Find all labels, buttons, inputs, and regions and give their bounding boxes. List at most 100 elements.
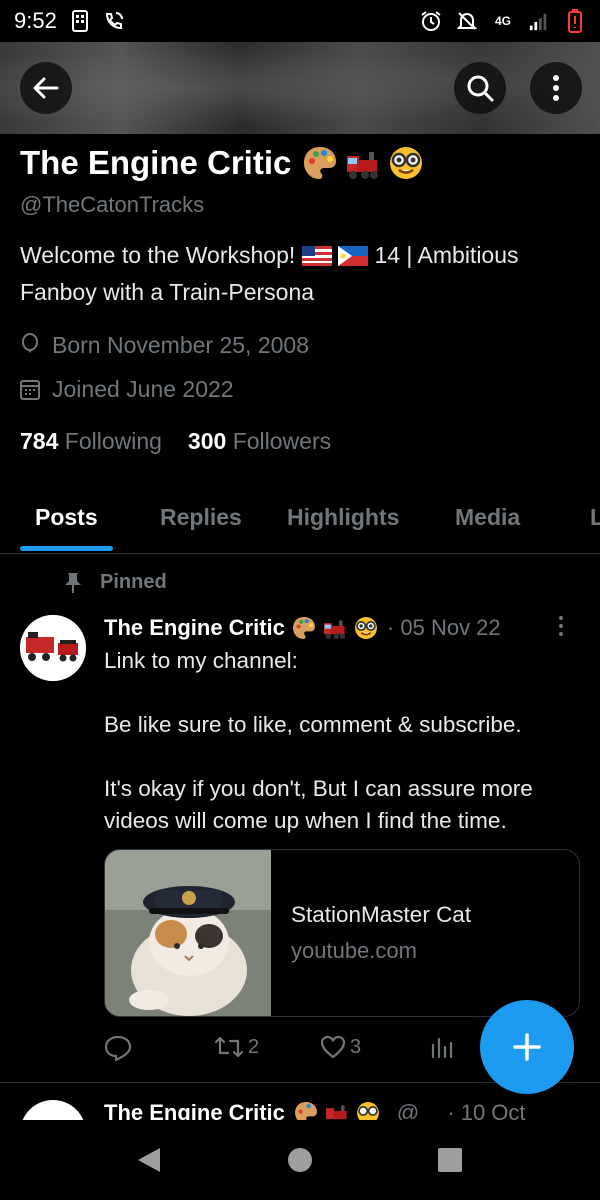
- next-post-date: · 10 Oct: [447, 1100, 526, 1120]
- plus-icon: [513, 1033, 541, 1061]
- pinned-label-row: Pinned: [64, 571, 167, 594]
- signal-icon: [528, 10, 550, 32]
- battery-low-icon: [564, 9, 586, 33]
- locomotive-icon: [323, 620, 346, 639]
- profile-handle: @TheCatonTracks: [20, 192, 205, 217]
- analytics-icon: [431, 1037, 453, 1059]
- tab-posts[interactable]: Posts: [35, 504, 98, 531]
- artist-palette-icon: [294, 1102, 317, 1120]
- nerd-face-icon: [356, 1102, 379, 1120]
- square-recents-icon: [438, 1148, 462, 1172]
- follow-stats: 784 Following 300 Followers: [20, 421, 580, 461]
- tab-likes-partial[interactable]: L: [590, 504, 600, 531]
- tab-highlights[interactable]: Highlights: [287, 504, 399, 531]
- joined-row: Joined June 2022: [20, 367, 580, 411]
- train-avatar-icon: [20, 615, 86, 681]
- active-tab-indicator: [20, 546, 113, 551]
- link-card[interactable]: StationMaster Cat youtube.com: [104, 849, 580, 1017]
- post-more-button[interactable]: [558, 615, 564, 643]
- nav-back-button[interactable]: [136, 1146, 162, 1179]
- alarm-icon: [420, 10, 442, 32]
- name-emojis: [301, 144, 425, 182]
- notifications-off-icon: [456, 10, 478, 32]
- post-author[interactable]: The Engine Critic: [104, 615, 285, 641]
- profile-banner: [0, 42, 600, 134]
- profile-tabs: Posts Replies Highlights Media L: [0, 482, 600, 554]
- reply-icon: [104, 1035, 132, 1061]
- more-options-button[interactable]: [530, 62, 582, 114]
- philippines-flag-icon: [338, 241, 369, 275]
- post-header: The Engine Critic · 05 Nov 22: [104, 613, 574, 643]
- post-body: The Engine Critic · 05 Nov 22 Link to my…: [104, 613, 574, 837]
- bio-text-2: 14 | Ambitious: [374, 242, 519, 268]
- pin-icon: [65, 572, 81, 593]
- next-post-avatar[interactable]: [20, 1100, 86, 1120]
- next-post-author[interactable]: The Engine Critic: [104, 1100, 285, 1120]
- nav-recents-button[interactable]: [437, 1146, 463, 1179]
- nerd-face-icon: [390, 147, 423, 179]
- views-button[interactable]: [430, 1035, 454, 1059]
- joined-text: Joined June 2022: [52, 375, 234, 402]
- reply-button[interactable]: [104, 1035, 136, 1061]
- followers-count: 300: [187, 427, 227, 454]
- card-domain: youtube.com: [291, 938, 417, 963]
- followers-label: Followers: [232, 427, 332, 454]
- next-post-handle: @: [396, 1100, 420, 1120]
- system-nav-bar: [0, 1120, 600, 1200]
- circle-home-icon: [288, 1148, 312, 1172]
- card-thumbnail: [105, 850, 271, 1016]
- profile-bio: Welcome to the Workshop! 14 | Ambitious …: [20, 238, 580, 309]
- followers-link[interactable]: 300 Followers: [188, 428, 331, 455]
- us-flag-icon: [301, 241, 332, 275]
- post-date: · 05 Nov 22: [386, 615, 501, 640]
- nerd-face-icon: [354, 617, 377, 639]
- network-type-icon: 4G: [494, 13, 511, 28]
- like-button[interactable]: 3: [320, 1035, 361, 1059]
- wifi-call-icon: [103, 10, 125, 32]
- following-link[interactable]: 784 Following: [20, 428, 162, 455]
- heart-icon: [320, 1035, 346, 1059]
- locomotive-icon: [347, 152, 379, 179]
- tab-replies[interactable]: Replies: [160, 504, 242, 531]
- triangle-back-icon: [138, 1148, 160, 1172]
- device-icon: [69, 10, 91, 32]
- cat-in-cap-image: [105, 850, 271, 1016]
- following-label: Following: [64, 427, 162, 454]
- post-text: Link to my channel: Be like sure to like…: [104, 648, 533, 833]
- next-author-emojis: [293, 1100, 381, 1120]
- back-button[interactable]: [20, 62, 72, 114]
- search-icon: [467, 75, 494, 102]
- author-emojis: [291, 615, 379, 641]
- vertical-dots-icon: [553, 75, 559, 101]
- author-avatar[interactable]: [20, 615, 86, 681]
- pinned-label: Pinned: [100, 571, 167, 593]
- status-bar: 9:52 4G: [0, 0, 600, 42]
- bio-text-3: Fanboy with a Train-Persona: [20, 279, 315, 305]
- vertical-dots-icon: [559, 616, 563, 636]
- nav-home-button[interactable]: [287, 1146, 313, 1179]
- profile-info: The Engine Critic @TheCatonTracks Welcom…: [20, 140, 580, 461]
- like-count: 3: [350, 1035, 362, 1058]
- compose-button[interactable]: [480, 1000, 574, 1094]
- status-time: 9:52: [14, 8, 57, 33]
- post-actions: 2 3: [104, 1035, 464, 1067]
- calendar-icon: [20, 380, 40, 400]
- bio-text-1: Welcome to the Workshop!: [20, 242, 296, 268]
- card-text: StationMaster Cat youtube.com: [271, 850, 471, 1016]
- repost-count: 2: [248, 1035, 260, 1058]
- display-name-row: The Engine Critic: [20, 140, 580, 186]
- following-count: 784: [20, 427, 59, 454]
- artist-palette-icon: [304, 147, 337, 179]
- next-post-header: The Engine Critic @ · 10 Oct: [104, 1100, 526, 1120]
- artist-palette-icon: [292, 617, 315, 639]
- back-arrow-icon: [33, 77, 59, 99]
- tab-media[interactable]: Media: [455, 504, 520, 531]
- display-name: The Engine Critic: [20, 144, 292, 181]
- locomotive-icon: [325, 1105, 347, 1120]
- card-title: StationMaster Cat: [291, 902, 472, 927]
- repost-icon: [214, 1036, 244, 1058]
- birthday-row: Born November 25, 2008: [20, 323, 580, 367]
- search-button[interactable]: [454, 62, 506, 114]
- repost-button[interactable]: 2: [214, 1035, 259, 1059]
- balloon-icon: [22, 333, 38, 353]
